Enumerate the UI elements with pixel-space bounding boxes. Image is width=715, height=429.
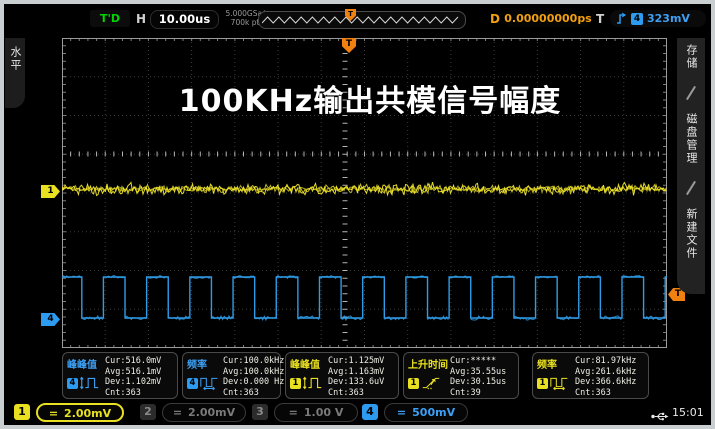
measurement-avg: Avg:100.0kHz — [223, 367, 284, 378]
rising-edge-icon — [616, 12, 627, 25]
measurement-label: 峰峰值 — [67, 356, 97, 371]
timebase-readout[interactable]: 10.00us — [150, 10, 219, 29]
delay-label: D — [490, 12, 500, 26]
trigger-source-badge: 4 — [631, 13, 643, 25]
trigger-status-badge: T'D — [90, 10, 130, 27]
channel-badge: 4 — [187, 378, 198, 389]
trigger-settings-readout[interactable]: 4 323mV — [610, 10, 706, 27]
ch1-scale: 2.00mV — [64, 407, 111, 420]
ch2-scale: 2.00mV — [188, 406, 235, 419]
menu-item-new-file-label: 新建文件 — [683, 208, 699, 260]
trigger-label: T — [596, 12, 604, 26]
measurement-cur: Cur:81.97kHz — [575, 356, 646, 367]
ch4-ground-marker[interactable]: 4 — [41, 313, 60, 326]
horizontal-position-bar[interactable] — [258, 11, 466, 29]
measurement-avg: Avg:261.6kHz — [575, 367, 646, 378]
softkey-menu: 存储 磁盘管理 新建文件 — [677, 38, 705, 294]
measurement-box-risetime-ch1[interactable]: 上升时间 1 Cur:***** Avg:35.55us Dev:30.15us… — [403, 352, 519, 399]
channel-badge: 1 — [408, 378, 419, 389]
measurement-label: 频率 — [537, 356, 557, 371]
rise-time-glyph-icon — [420, 375, 442, 391]
measurement-cur: Cur:516.0mV — [105, 356, 175, 367]
measurement-label: 频率 — [187, 356, 207, 371]
ch3-coupling: = — [289, 406, 298, 419]
measurement-box-vpp-ch4[interactable]: 峰峰值 4 Cur:516.0mV Avg:516.1mV Dev:1.102m… — [62, 352, 178, 399]
measurement-cur: Cur:***** — [450, 356, 516, 367]
ch1-ground-marker[interactable]: 1 — [41, 185, 60, 198]
measurement-dev: Dev:366.6kHz — [575, 377, 646, 388]
channel-badge: 4 — [67, 378, 78, 389]
measurement-dev: Dev:0.000 Hz — [223, 377, 284, 388]
ch4-scale-pill[interactable]: = 500mV — [384, 403, 468, 422]
trigger-level-value: 323mV — [647, 12, 690, 25]
menu-item-storage-label: 存储 — [683, 44, 699, 70]
measurement-dev: Dev:30.15us — [450, 377, 516, 388]
frequency-glyph-icon — [549, 375, 571, 391]
menu-item-new-file[interactable]: 新建文件 — [683, 202, 699, 269]
ch1-scale-pill[interactable]: = 2.00mV — [36, 403, 124, 422]
measurement-box-vpp-ch1[interactable]: 峰峰值 1 Cur:1.125mV Avg:1.163mV Dev:133.6u… — [285, 352, 399, 399]
delay-readout[interactable]: 0.00000000ps — [504, 10, 592, 27]
waveform-preview-icon — [262, 15, 460, 25]
measurement-cnt: Cnt:363 — [575, 388, 646, 399]
menu-item-storage[interactable]: 存储 — [683, 38, 699, 79]
ch2-badge[interactable]: 2 — [140, 404, 156, 420]
menu-divider — [686, 181, 696, 196]
oscilloscope-screen: T'D H 10.00us 5.000GSa/s 700k pts T D 0.… — [4, 4, 711, 425]
frequency-glyph-icon — [199, 375, 221, 391]
horizontal-label: H — [136, 12, 146, 26]
ch4-scale: 500mV — [412, 406, 455, 419]
channel-badge: 1 — [537, 378, 548, 389]
ch3-scale: 1.00 V — [304, 406, 343, 419]
menu-item-disk-management-label: 磁盘管理 — [683, 113, 699, 165]
measurement-avg: Avg:35.55us — [450, 367, 516, 378]
measurement-dev: Dev:133.6uV — [328, 377, 396, 388]
clock: 15:01 — [672, 406, 704, 419]
measurement-box-freq-ch4[interactable]: 频率 4 Cur:100.0kHz Avg:100.0kHz Dev:0.000… — [182, 352, 281, 399]
vpp-glyph-icon — [302, 375, 324, 391]
vpp-glyph-icon — [79, 375, 101, 391]
measurement-avg: Avg:516.1mV — [105, 367, 175, 378]
measurement-label: 峰峰值 — [290, 356, 320, 371]
ch3-badge[interactable]: 3 — [252, 404, 268, 420]
screen-annotation: 100KHz输出共模信号幅度 — [154, 76, 586, 120]
measurement-avg: Avg:1.163mV — [328, 367, 396, 378]
tab-horizontal-menu[interactable]: 水平 — [5, 38, 25, 108]
ch2-coupling: = — [173, 406, 182, 419]
tab-horizontal-label: 水平 — [7, 46, 23, 108]
measurement-cnt: Cnt:363 — [223, 388, 284, 399]
ch3-scale-pill[interactable]: = 1.00 V — [274, 403, 358, 422]
measurement-cur: Cur:100.0kHz — [223, 356, 284, 367]
ch2-scale-pill[interactable]: = 2.00mV — [162, 403, 246, 422]
measurement-cnt: Cnt:363 — [328, 388, 396, 399]
ch1-coupling: = — [49, 407, 58, 420]
channel-badge: 1 — [290, 378, 301, 389]
ch4-coupling: = — [397, 406, 406, 419]
measurement-label: 上升时间 — [408, 356, 448, 371]
usb-icon — [651, 407, 669, 425]
measurement-cnt: Cnt:39 — [450, 388, 516, 399]
measurement-box-freq-ch1[interactable]: 频率 1 Cur:81.97kHz Avg:261.6kHz Dev:366.6… — [532, 352, 649, 399]
oscilloscope-frame: T'D H 10.00us 5.000GSa/s 700k pts T D 0.… — [0, 0, 715, 429]
menu-divider — [686, 86, 696, 101]
measurement-cur: Cur:1.125mV — [328, 356, 396, 367]
measurement-cnt: Cnt:363 — [105, 388, 175, 399]
ch1-badge[interactable]: 1 — [14, 404, 30, 420]
measurement-dev: Dev:1.102mV — [105, 377, 175, 388]
menu-item-disk-management[interactable]: 磁盘管理 — [683, 107, 699, 174]
ch4-badge[interactable]: 4 — [362, 404, 378, 420]
